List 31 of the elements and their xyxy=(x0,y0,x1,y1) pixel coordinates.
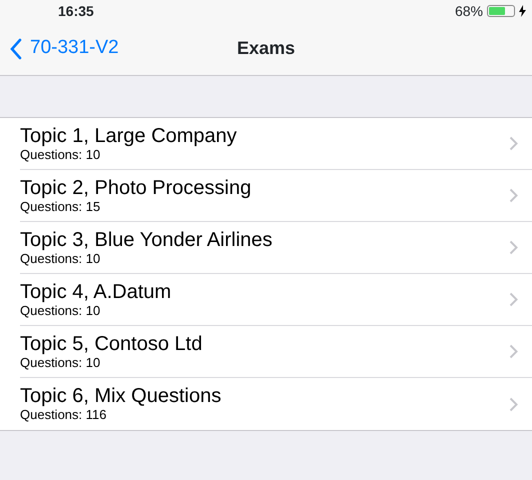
topic-row[interactable]: Topic 2, Photo Processing Questions: 15 xyxy=(0,170,532,222)
topic-title: Topic 4, A.Datum xyxy=(20,280,172,304)
topic-row[interactable]: Topic 5, Contoso Ltd Questions: 10 xyxy=(0,326,532,378)
topic-title: Topic 1, Large Company xyxy=(20,124,237,148)
topic-row[interactable]: Topic 1, Large Company Questions: 10 xyxy=(0,118,532,170)
topic-row[interactable]: Topic 4, A.Datum Questions: 10 xyxy=(0,274,532,326)
status-time: 16:35 xyxy=(58,2,94,20)
battery-percent: 68% xyxy=(454,2,483,20)
chevron-right-icon xyxy=(509,292,518,307)
topic-title: Topic 2, Photo Processing xyxy=(20,176,252,200)
question-count: Questions: 116 xyxy=(20,408,108,423)
chevron-right-icon xyxy=(509,240,518,255)
chevron-right-icon xyxy=(509,136,518,151)
chevron-left-icon xyxy=(10,38,22,60)
screen-title: Exams xyxy=(236,38,296,60)
topic-row[interactable]: Topic 3, Blue Yonder Airlines Questions: 10 xyxy=(0,222,532,274)
question-count: Questions: 10 xyxy=(20,356,102,370)
topic-row[interactable]: Topic 6, Mix Questions Questions: 116 xyxy=(0,378,532,430)
question-count: Questions: 10 xyxy=(20,252,102,266)
question-count: Questions: 15 xyxy=(20,200,102,214)
battery-icon xyxy=(487,5,515,17)
topic-title: Topic 5, Contoso Ltd xyxy=(20,332,202,356)
chevron-right-icon xyxy=(509,396,518,412)
charging-icon xyxy=(519,5,526,17)
question-count: Questions: 10 xyxy=(20,304,102,318)
topic-title: Topic 6, Mix Questions xyxy=(20,385,222,408)
chevron-right-icon xyxy=(509,188,518,203)
question-count: Questions: 10 xyxy=(20,148,102,162)
chevron-right-icon xyxy=(509,344,518,359)
back-button[interactable]: 70-331-V2 xyxy=(0,34,119,63)
topic-title: Topic 3, Blue Yonder Airlines xyxy=(20,228,272,252)
